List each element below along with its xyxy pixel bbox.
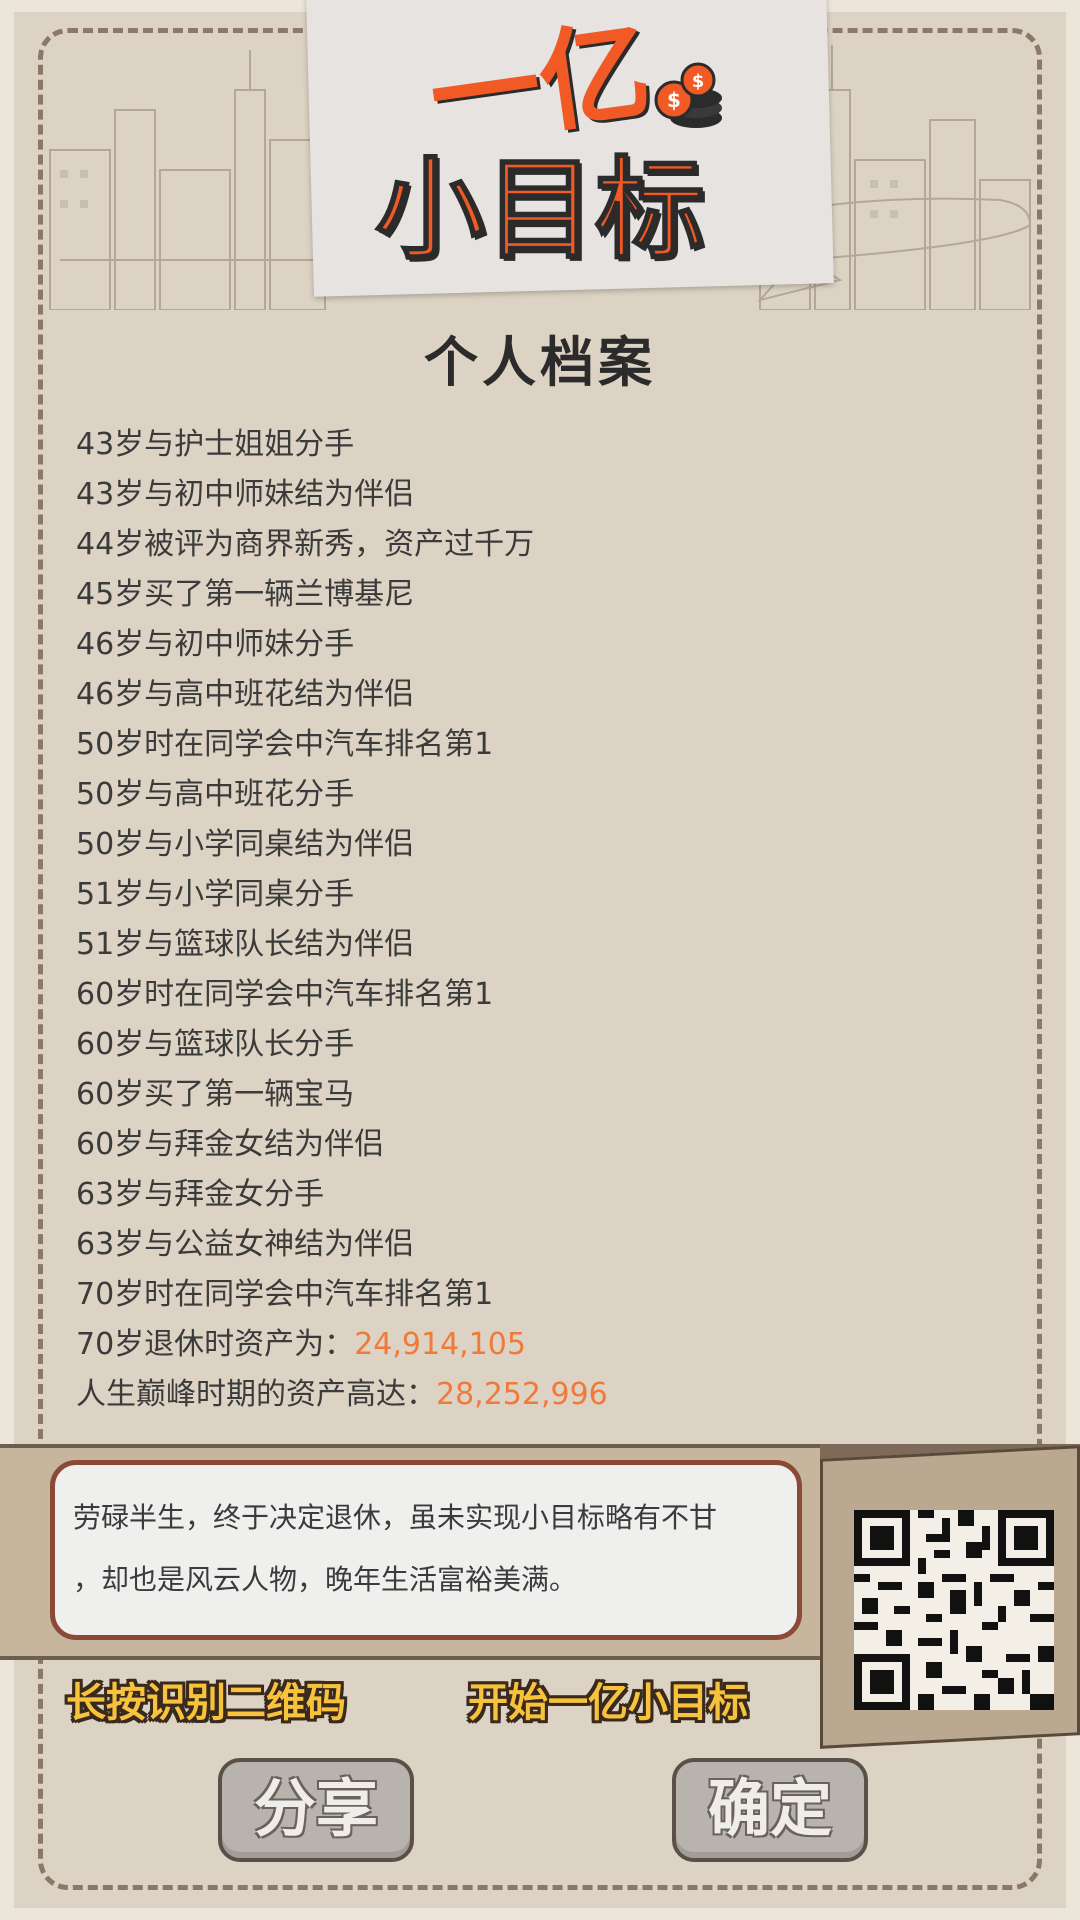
event-text: 70岁退休时资产为：	[76, 1327, 355, 1362]
peak-assets-value: 28,252,996	[436, 1377, 608, 1412]
event-item: 60岁买了第一辆宝马	[76, 1070, 608, 1120]
event-item: 60岁时在同学会中汽车排名第1	[76, 970, 608, 1020]
event-text: 45岁买了第一辆兰博基尼	[76, 577, 415, 612]
event-item: 60岁与篮球队长分手	[76, 1020, 608, 1070]
event-text: 50岁与高中班花分手	[76, 777, 355, 812]
event-item: 45岁买了第一辆兰博基尼	[76, 570, 608, 620]
share-button[interactable]: 分享	[218, 1758, 414, 1862]
confirm-button[interactable]: 确定	[672, 1758, 868, 1862]
start-game-text: 开始一亿小目标	[468, 1680, 748, 1726]
event-text: 44岁被评为商界新秀，资产过千万	[76, 527, 535, 562]
event-text: 70岁时在同学会中汽车排名第1	[76, 1277, 494, 1312]
event-text: 50岁与小学同桌结为伴侣	[76, 827, 415, 862]
event-item: 60岁与拜金女结为伴侣	[76, 1120, 608, 1170]
event-item: 46岁与高中班花结为伴侣	[76, 670, 608, 720]
event-text: 43岁与护士姐姐分手	[76, 427, 355, 462]
summary-box: 劳碌半生，终于决定退休，虽未实现小目标略有不甘 ，却也是风云人物，晚年生活富裕美…	[50, 1460, 802, 1640]
svg-text:$: $	[667, 88, 681, 112]
qr-code[interactable]	[854, 1510, 1054, 1710]
event-item: 70岁时在同学会中汽车排名第1	[76, 1270, 608, 1320]
svg-text:$: $	[692, 71, 705, 92]
event-text: 43岁与初中师妹结为伴侣	[76, 477, 415, 512]
summary-line1: 劳碌半生，终于决定退休，虽未实现小目标略有不甘	[73, 1501, 718, 1534]
qr-hint-text: 长按识别二维码	[66, 1680, 346, 1726]
event-text: 60岁与篮球队长分手	[76, 1027, 355, 1062]
event-text: 46岁与初中师妹分手	[76, 627, 355, 662]
event-text: 63岁与拜金女分手	[76, 1177, 325, 1212]
event-list: 43岁与护士姐姐分手 43岁与初中师妹结为伴侣 44岁被评为商界新秀，资产过千万…	[76, 420, 608, 1420]
event-item: 50岁与高中班花分手	[76, 770, 608, 820]
event-item: 63岁与拜金女分手	[76, 1170, 608, 1220]
retirement-assets-value: 24,914,105	[354, 1327, 526, 1362]
event-item: 50岁与小学同桌结为伴侣	[76, 820, 608, 870]
profile-title: 个人档案	[424, 331, 656, 394]
peak-assets: 人生巅峰时期的资产高达：28,252,996	[76, 1370, 608, 1420]
event-item: 43岁与护士姐姐分手	[76, 420, 608, 470]
event-item: 63岁与公益女神结为伴侣	[76, 1220, 608, 1270]
event-text: 51岁与小学同桌分手	[76, 877, 355, 912]
event-text: 60岁与拜金女结为伴侣	[76, 1127, 385, 1162]
event-text: 46岁与高中班花结为伴侣	[76, 677, 415, 712]
event-text: 50岁时在同学会中汽车排名第1	[76, 727, 494, 762]
logo-title-line2: 小目标	[374, 146, 706, 274]
event-item: 50岁时在同学会中汽车排名第1	[76, 720, 608, 770]
retirement-assets: 70岁退休时资产为：24,914,105	[76, 1320, 608, 1370]
event-text: 60岁时在同学会中汽车排名第1	[76, 977, 494, 1012]
event-item: 43岁与初中师妹结为伴侣	[76, 470, 608, 520]
event-item: 51岁与篮球队长结为伴侣	[76, 920, 608, 970]
event-text: 人生巅峰时期的资产高达：	[76, 1377, 436, 1412]
event-text: 63岁与公益女神结为伴侣	[76, 1227, 415, 1262]
coins-icon: $ $	[654, 62, 722, 128]
summary-line2: ，却也是风云人物，晚年生活富裕美满。	[73, 1563, 578, 1596]
event-item: 44岁被评为商界新秀，资产过千万	[76, 520, 608, 570]
event-item: 46岁与初中师妹分手	[76, 620, 608, 670]
event-text: 60岁买了第一辆宝马	[76, 1077, 355, 1112]
event-item: 51岁与小学同桌分手	[76, 870, 608, 920]
event-text: 51岁与篮球队长结为伴侣	[76, 927, 415, 962]
